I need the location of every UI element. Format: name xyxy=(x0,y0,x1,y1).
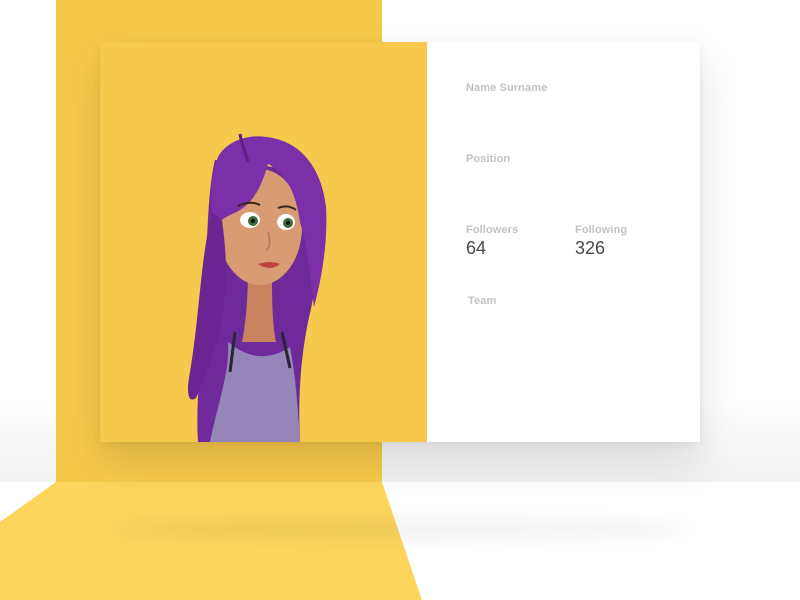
name-label: Name Surname xyxy=(466,82,548,94)
avatar-illustration xyxy=(188,133,327,442)
followers-label: Followers xyxy=(466,224,519,236)
team-label: Team xyxy=(468,295,497,307)
profile-details: Name Surname Position Followers 64 Follo… xyxy=(427,42,700,442)
followers-count[interactable]: 64 xyxy=(466,238,486,259)
profile-card: Name Surname Position Followers 64 Follo… xyxy=(100,42,700,442)
following-count[interactable]: 326 xyxy=(575,238,605,259)
yellow-floor-shape xyxy=(0,482,422,600)
position-label: Position xyxy=(466,153,511,165)
profile-photo xyxy=(100,42,427,442)
following-label: Following xyxy=(575,224,628,236)
card-floor-shadow xyxy=(110,520,690,538)
